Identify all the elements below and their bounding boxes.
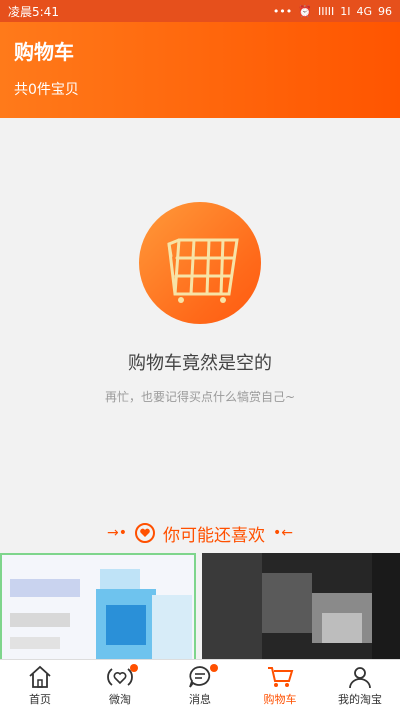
signal2-icon: 1I [340, 4, 351, 18]
item-count: 共0件宝贝 [14, 82, 79, 98]
alarm-icon: ⏰ [298, 4, 312, 18]
tab-cart[interactable]: 购物车 [240, 660, 320, 711]
empty-message: 购物车竟然是空的 [128, 353, 272, 374]
heart-icon [135, 523, 155, 543]
battery-level: 96 [378, 4, 392, 18]
status-more-icon: ••• [272, 4, 293, 18]
recommend-heading: →• 你可能还喜欢 •← [0, 518, 400, 548]
tab-label: 我的淘宝 [338, 693, 382, 706]
tab-home[interactable]: 首页 [0, 660, 80, 711]
product-image [2, 555, 194, 659]
tab-my-taobao[interactable]: 我的淘宝 [320, 660, 400, 711]
empty-subtext: 再忙，也要记得买点什么犒赏自己~ [104, 390, 296, 404]
signal-icon: IIIII [317, 4, 335, 18]
empty-cart-section: 购物车竟然是空的 再忙，也要记得买点什么犒赏自己~ [0, 118, 400, 508]
product-card[interactable] [0, 553, 196, 661]
tab-messages[interactable]: 消息 [160, 660, 240, 711]
user-icon [349, 667, 371, 689]
tab-label: 购物车 [263, 693, 297, 706]
recommend-products [0, 553, 400, 661]
home-icon [29, 665, 51, 688]
notification-dot [210, 664, 218, 672]
tab-label: 首页 [29, 693, 51, 706]
cart-header: 购物车 共0件宝贝 [0, 22, 400, 118]
network-label: 4G [356, 4, 372, 18]
tab-label: 微淘 [109, 693, 131, 706]
left-arrow-decoration: →• [107, 525, 127, 541]
product-image [202, 553, 400, 661]
empty-cart-illustration [139, 202, 261, 324]
cart-illustration-icon [167, 238, 239, 303]
status-time: 凌晨5:41 [8, 4, 59, 19]
right-arrow-decoration: •← [273, 525, 293, 541]
page-title: 购物车 [14, 40, 74, 64]
cart-icon [268, 667, 294, 687]
tab-label: 消息 [189, 693, 211, 706]
product-card[interactable] [202, 553, 400, 661]
recommend-title: 你可能还喜欢 [163, 525, 265, 546]
tab-weitao[interactable]: 微淘 [80, 660, 160, 711]
bottom-tab-bar: 首页 微淘 消息 购物车 我的淘宝 [0, 659, 400, 711]
notification-dot [130, 664, 138, 672]
status-bar: 凌晨5:41 ••• ⏰ IIIII 1I 4G 96 [0, 0, 400, 22]
status-icons: ••• ⏰ IIIII 1I 4G 96 [273, 5, 392, 18]
